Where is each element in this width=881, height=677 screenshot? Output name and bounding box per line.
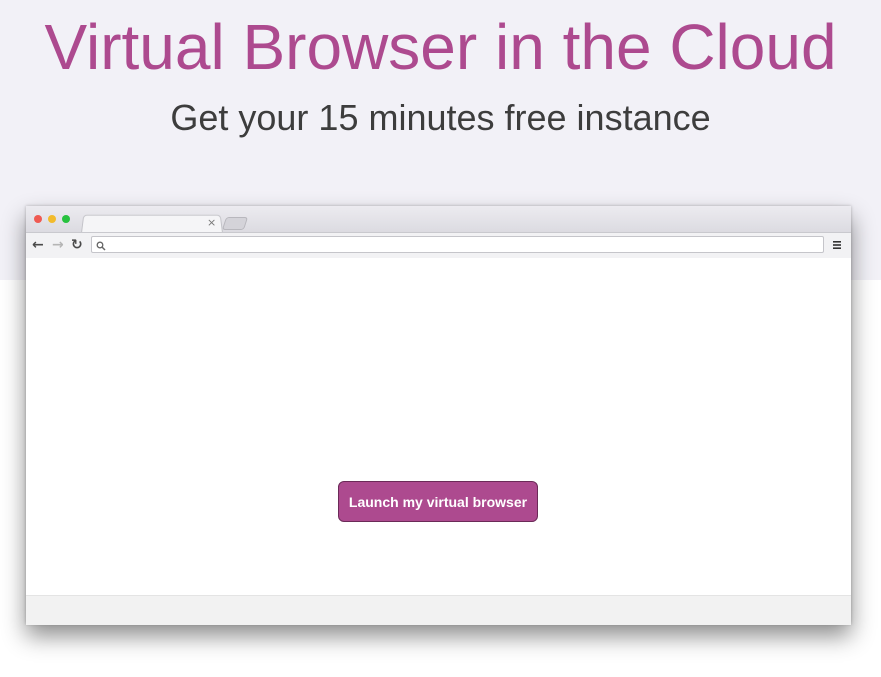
page-title: Virtual Browser in the Cloud [44,11,837,83]
browser-titlebar: × [26,206,851,233]
tab-close-icon[interactable]: × [207,216,216,230]
hamburger-menu-icon[interactable] [832,240,842,250]
page-subtitle: Get your 15 minutes free instance [170,97,711,138]
back-arrow-icon[interactable]: ← [32,236,44,254]
window-maximize-icon[interactable] [62,215,70,223]
browser-tab[interactable] [81,214,223,233]
reload-icon[interactable]: ↻ [71,236,83,254]
browser-statusbar [26,595,851,625]
address-bar-input[interactable] [91,236,824,253]
browser-toolbar: ← → ↻ [26,232,851,259]
new-tab-button[interactable] [221,217,249,230]
browser-mockup: × ← → ↻ Launch my virtual browser [26,206,851,625]
browser-viewport: Launch my virtual browser [26,258,851,595]
window-close-icon[interactable] [34,215,42,223]
window-minimize-icon[interactable] [48,215,56,223]
forward-arrow-icon[interactable]: → [52,236,64,254]
launch-browser-button[interactable]: Launch my virtual browser [338,481,538,522]
search-icon [96,241,106,251]
